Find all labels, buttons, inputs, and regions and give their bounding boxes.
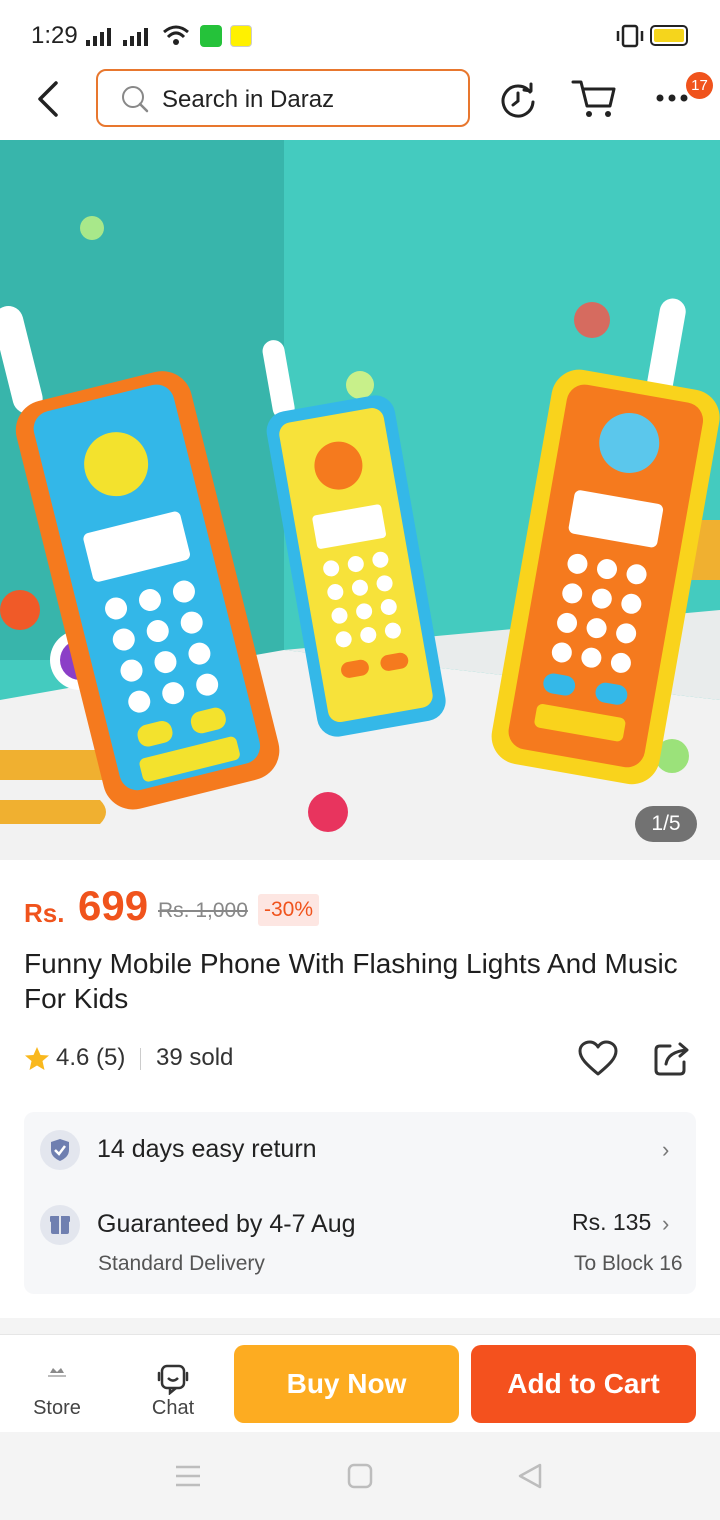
search-placeholder: Search in Daraz	[162, 86, 335, 113]
delivery-guarantee-text[interactable]: Guaranteed by 4-7 Aug	[97, 1210, 356, 1239]
heart-icon[interactable]	[578, 1040, 618, 1078]
search-icon	[122, 86, 149, 113]
snapchat-icon	[230, 25, 252, 47]
original-price: Rs. 1,000	[158, 899, 248, 922]
chevron-right-icon[interactable]: ›	[662, 1211, 669, 1237]
product-image[interactable]	[0, 140, 720, 860]
image-counter: 1/5	[635, 806, 697, 842]
chat-label: Chat	[151, 1397, 195, 1419]
status-time: 1:29	[31, 22, 78, 49]
system-nav-bar	[0, 1432, 720, 1520]
battery-icon	[650, 25, 688, 46]
status-bar: 1:29	[0, 0, 720, 66]
more-options-icon[interactable]	[654, 92, 690, 104]
chat-button[interactable]: Chat	[116, 1335, 230, 1433]
whatsapp-icon	[200, 25, 222, 47]
return-policy-text[interactable]: 14 days easy return	[97, 1135, 317, 1164]
delivery-fee: Rs. 135	[572, 1209, 652, 1235]
history-icon[interactable]	[498, 80, 538, 120]
delivery-location[interactable]: To Block 16	[574, 1252, 683, 1276]
product-photo-illustration	[0, 140, 720, 860]
chat-icon	[157, 1364, 189, 1395]
delivery-type: Standard Delivery	[98, 1252, 265, 1275]
rating-value[interactable]: 4.6 (5)	[56, 1044, 125, 1072]
search-input[interactable]: Search in Daraz	[96, 69, 470, 127]
cart-icon[interactable]	[570, 76, 618, 120]
product-title: Funny Mobile Phone With Flashing Lights …	[24, 948, 678, 1014]
sold-count: 39 sold	[156, 1044, 234, 1071]
price-row: Rs. 699 Rs. 1,000 -30%	[24, 880, 704, 940]
rating-row: 4.6 (5) 39 sold	[24, 1040, 704, 1080]
discount-badge: -30%	[258, 894, 320, 926]
store-button[interactable]: Store	[0, 1335, 114, 1433]
add-to-cart-button[interactable]: Add to Cart	[471, 1345, 696, 1423]
buy-now-button[interactable]: Buy Now	[234, 1345, 459, 1423]
section-divider	[0, 1318, 720, 1334]
home-square-icon[interactable]	[346, 1462, 374, 1490]
rating-divider	[140, 1048, 141, 1070]
price-currency: Rs.	[24, 898, 65, 928]
service-card: 14 days easy return › Guaranteed by 4-7 …	[24, 1112, 696, 1294]
share-icon[interactable]	[652, 1040, 692, 1078]
return-shield-icon	[40, 1130, 80, 1170]
top-app-bar: Search in Daraz 17	[0, 66, 720, 140]
bottom-action-bar: Store Chat Buy Now Add to Cart	[0, 1334, 720, 1432]
delivery-box-icon	[40, 1205, 80, 1245]
star-icon	[25, 1047, 49, 1070]
store-label: Store	[33, 1397, 81, 1419]
chevron-right-icon[interactable]: ›	[662, 1137, 669, 1163]
signal-icon	[86, 28, 148, 46]
store-logo-icon	[48, 1368, 66, 1377]
current-price: 699	[78, 882, 149, 929]
back-triangle-icon[interactable]	[516, 1462, 544, 1490]
back-arrow-icon[interactable]	[34, 80, 62, 118]
recents-menu-icon[interactable]	[174, 1464, 202, 1488]
notification-badge: 17	[686, 72, 713, 99]
vibrate-icon	[616, 24, 644, 48]
wifi-icon	[163, 25, 189, 45]
